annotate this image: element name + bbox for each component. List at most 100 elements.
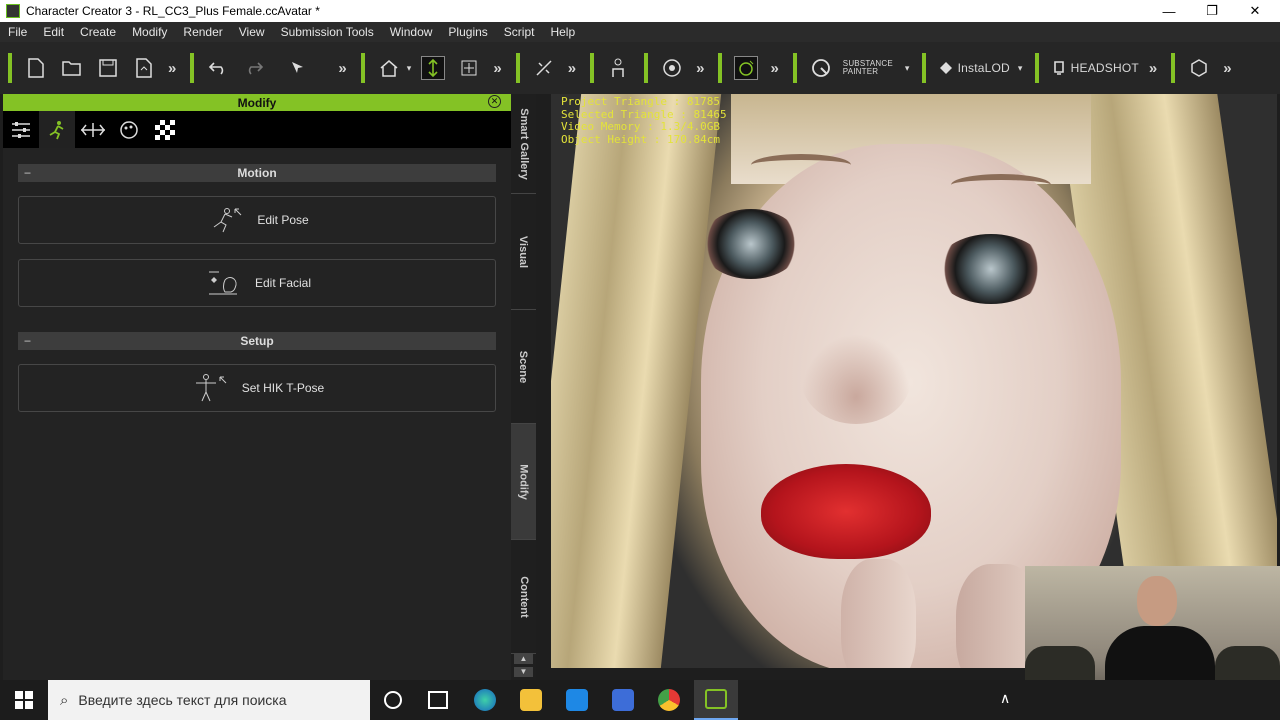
stat-video-memory: Video Memory : 1.3/4.0GB: [561, 120, 720, 133]
toolbar-separator: [515, 53, 520, 83]
toolbar-separator: [718, 53, 723, 83]
tab-morph-icon[interactable]: [75, 111, 111, 148]
restore-button[interactable]: ❐: [1190, 0, 1234, 22]
finger-1: [841, 559, 916, 668]
minimize-button[interactable]: —: [1147, 0, 1191, 22]
menu-create[interactable]: Create: [72, 25, 124, 39]
taskbar-search[interactable]: ⌕ Введите здесь текст для поиска: [48, 680, 370, 720]
toolbar-separator: [190, 53, 195, 83]
scroll-up-icon[interactable]: ▲: [514, 654, 533, 664]
toolbar-separator: [792, 53, 797, 83]
edit-facial-button[interactable]: Edit Facial: [18, 259, 496, 307]
select-arrow-icon[interactable]: [286, 56, 310, 80]
toolbar-more-4[interactable]: »: [568, 60, 576, 77]
side-tab-visual[interactable]: Visual: [511, 194, 536, 310]
collapse-icon[interactable]: −: [24, 166, 31, 180]
substance-painter-icon[interactable]: [809, 56, 833, 80]
section-label: Setup: [240, 334, 274, 348]
person-head: [1137, 576, 1177, 626]
lips: [761, 464, 931, 559]
home-dropdown-icon[interactable]: ▾: [407, 63, 412, 74]
edge-icon[interactable]: [474, 689, 496, 711]
home-camera-icon[interactable]: [377, 56, 401, 80]
side-tab-content[interactable]: Content: [511, 540, 536, 654]
title-bar: Character Creator 3 - RL_CC3_Plus Female…: [0, 0, 1280, 22]
frame-selected-icon[interactable]: [457, 56, 481, 80]
toolbar-separator: [590, 53, 595, 83]
menu-window[interactable]: Window: [382, 25, 441, 39]
menu-submission-tools[interactable]: Submission Tools: [273, 25, 382, 39]
redo-icon[interactable]: [242, 56, 266, 80]
nose: [801, 334, 911, 424]
windows-start-icon[interactable]: [15, 691, 33, 709]
toolbar-more-8[interactable]: »: [1223, 60, 1231, 77]
menu-view[interactable]: View: [231, 25, 273, 39]
scroll-down-icon[interactable]: ▼: [514, 667, 533, 677]
side-tab-smart-gallery[interactable]: Smart Gallery: [511, 94, 536, 194]
main-toolbar: » » ▾ » » » » SUBSTANCE PAINTER ▾ InstaL…: [0, 42, 1280, 94]
collapse-icon[interactable]: −: [24, 334, 31, 348]
close-button[interactable]: ✕: [1233, 0, 1277, 22]
instalod-icon[interactable]: [938, 56, 954, 80]
edit-pose-label: Edit Pose: [257, 213, 309, 227]
character-tool-icon[interactable]: [606, 56, 630, 80]
save-icon[interactable]: [96, 56, 120, 80]
side-tab-modify[interactable]: Modify: [511, 424, 536, 540]
mail-icon[interactable]: [566, 689, 588, 711]
undo-icon[interactable]: [206, 56, 230, 80]
substance-painter-label[interactable]: SUBSTANCE PAINTER: [839, 60, 897, 76]
hair-left: [551, 94, 722, 668]
export-icon[interactable]: [132, 56, 156, 80]
store-icon[interactable]: [612, 689, 634, 711]
tray-chevron-icon[interactable]: ∧: [1000, 690, 1010, 707]
panel-close-icon[interactable]: ✕: [488, 95, 501, 108]
eye-right: [936, 234, 1046, 304]
toolbar-more-5[interactable]: »: [696, 60, 704, 77]
panel-tab-bar: [3, 111, 511, 148]
new-file-icon[interactable]: [24, 56, 48, 80]
plugin-cube-icon[interactable]: [1187, 56, 1211, 80]
instalod-label[interactable]: InstaLOD: [958, 61, 1010, 75]
search-placeholder: Введите здесь текст для поиска: [78, 692, 287, 708]
open-folder-icon[interactable]: [60, 56, 84, 80]
edit-pose-button[interactable]: Edit Pose: [18, 196, 496, 244]
fit-view-icon[interactable]: [421, 56, 446, 80]
menu-script[interactable]: Script: [496, 25, 543, 39]
side-tab-scene[interactable]: Scene: [511, 310, 536, 424]
toolbar-more-1[interactable]: »: [168, 60, 176, 77]
character-creator-icon: [705, 689, 727, 709]
instalod-dropdown-icon[interactable]: ▾: [1018, 63, 1023, 74]
menu-help[interactable]: Help: [542, 25, 583, 39]
edit-pose-icon: [214, 208, 242, 233]
section-setup[interactable]: − Setup: [18, 332, 496, 350]
section-motion[interactable]: − Motion: [18, 164, 496, 182]
chrome-icon[interactable]: [658, 689, 680, 711]
menu-plugins[interactable]: Plugins: [440, 25, 495, 39]
search-icon: ⌕: [60, 691, 69, 709]
substance-dropdown-icon[interactable]: ▾: [905, 63, 910, 74]
menu-modify[interactable]: Modify: [124, 25, 175, 39]
eyebrow-right: [951, 174, 1051, 196]
task-view-icon[interactable]: [428, 691, 448, 709]
toolbar-more-2[interactable]: »: [338, 60, 346, 77]
tab-texture-checker-icon[interactable]: [147, 111, 183, 148]
menu-file[interactable]: File: [0, 25, 35, 39]
headshot-label[interactable]: HEADSHOT: [1071, 61, 1139, 75]
toolbar-more-6[interactable]: »: [770, 60, 778, 77]
tab-motion-icon[interactable]: [39, 111, 75, 148]
menu-edit[interactable]: Edit: [35, 25, 72, 39]
tab-attributes-sliders-icon[interactable]: [3, 111, 39, 148]
morph-tool-icon[interactable]: [734, 56, 759, 80]
side-tab-label: Scene: [517, 350, 530, 383]
cortana-icon[interactable]: [384, 691, 402, 709]
file-explorer-icon[interactable]: [520, 689, 542, 711]
bone-tool-icon[interactable]: [532, 56, 556, 80]
headshot-icon[interactable]: [1051, 56, 1067, 80]
toolbar-more-7[interactable]: »: [1149, 60, 1157, 77]
character-creator-taskbar-button[interactable]: [694, 680, 738, 720]
toolbar-more-3[interactable]: »: [493, 60, 501, 77]
menu-render[interactable]: Render: [175, 25, 230, 39]
tab-material-icon[interactable]: [111, 111, 147, 148]
render-sphere-icon[interactable]: [660, 56, 684, 80]
set-hik-tpose-button[interactable]: Set HIK T-Pose: [18, 364, 496, 412]
